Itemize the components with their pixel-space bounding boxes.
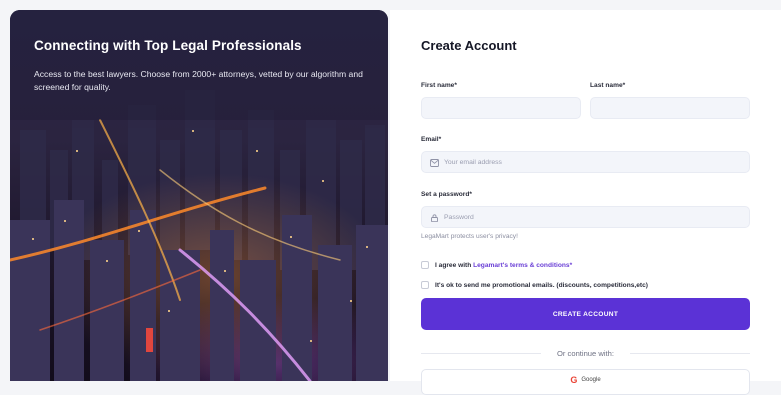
promo-row: It's ok to send me promotional emails. (… <box>421 281 648 289</box>
form-title: Create Account <box>421 38 517 53</box>
email-input[interactable] <box>422 152 749 172</box>
create-account-form: Create Account First name* Last name* Em… <box>390 10 781 395</box>
password-field[interactable] <box>421 206 750 228</box>
terms-prefix: I agree with <box>435 261 474 269</box>
terms-row: I agree with Legamart's terms & conditio… <box>421 261 572 269</box>
promo-text: It's ok to send me promotional emails. (… <box>435 281 648 289</box>
continue-with-text: Or continue with: <box>557 349 614 358</box>
hero-subtitle: Access to the best lawyers. Choose from … <box>34 69 363 92</box>
email-label: Email* <box>421 136 442 143</box>
terms-checkbox[interactable] <box>421 261 429 269</box>
first-name-input[interactable] <box>422 98 580 118</box>
hero-panel: Connecting with Top Legal Professionals … <box>10 10 388 381</box>
last-name-field[interactable] <box>590 97 750 119</box>
first-name-label: First name* <box>421 82 457 89</box>
password-label: Set a password* <box>421 191 472 198</box>
email-field[interactable] <box>421 151 750 173</box>
hero-title: Connecting with Top Legal Professionals <box>34 38 302 53</box>
first-name-field[interactable] <box>421 97 581 119</box>
create-account-button[interactable]: CREATE ACCOUNT <box>421 298 750 330</box>
password-input[interactable] <box>422 207 749 227</box>
terms-required-mark: * <box>569 261 573 269</box>
terms-link[interactable]: Legamart's terms & conditions <box>473 262 569 269</box>
city-night-image <box>10 10 388 381</box>
last-name-label: Last name* <box>590 82 626 89</box>
last-name-input[interactable] <box>591 98 749 118</box>
privacy-note: LegaMart protects user's privacy! <box>421 233 518 240</box>
promo-checkbox[interactable] <box>421 281 429 289</box>
terms-text: I agree with Legamart's terms & conditio… <box>435 262 572 269</box>
google-signin-button[interactable]: G Google <box>421 369 750 395</box>
